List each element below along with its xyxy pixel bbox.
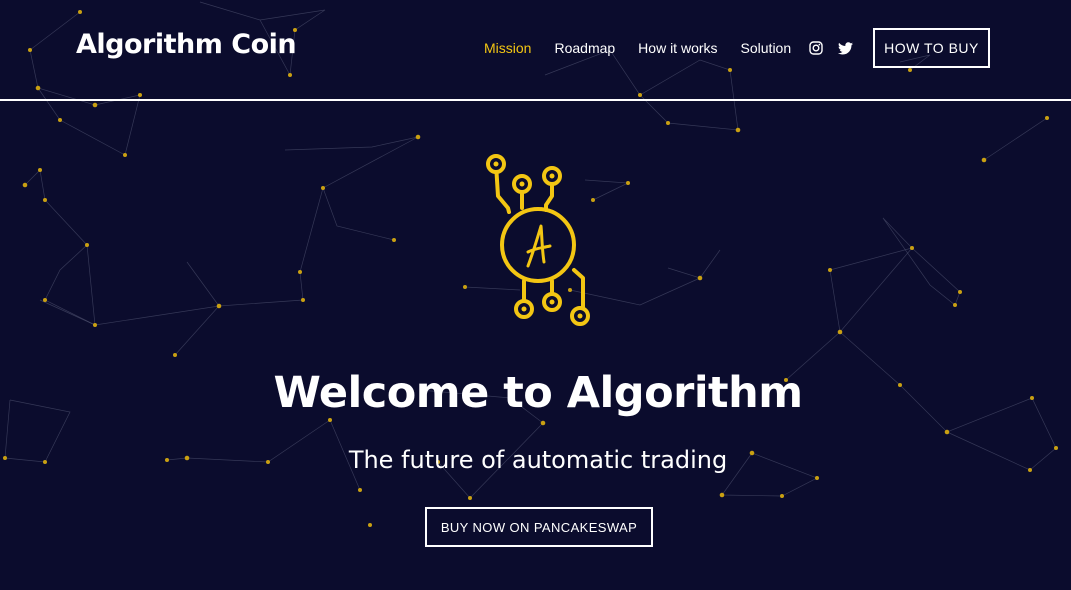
algorithm-coin-emblem-icon [486,154,590,326]
social-links [809,40,867,55]
header-divider [0,99,1071,101]
main-nav: Mission Roadmap How it works Solution [484,40,814,56]
buy-on-pancakeswap-button[interactable]: BUY NOW ON PANCAKESWAP [425,507,653,547]
landing-page: Algorithm Coin Mission Roadmap How it wo… [0,0,1071,590]
nav-item-mission[interactable]: Mission [484,40,531,56]
hero-title: Welcome to Algorithm [273,368,803,418]
nav-item-roadmap[interactable]: Roadmap [554,40,615,56]
how-to-buy-button[interactable]: HOW TO BUY [873,28,990,68]
site-header: Algorithm Coin Mission Roadmap How it wo… [0,0,1071,100]
brand-logo[interactable]: Algorithm Coin [76,29,297,60]
nav-item-solution[interactable]: Solution [741,40,792,56]
nav-item-how-it-works[interactable]: How it works [638,40,717,56]
twitter-icon[interactable] [838,40,853,55]
instagram-icon[interactable] [809,40,823,55]
hero-subtitle: The future of automatic trading [348,446,728,474]
